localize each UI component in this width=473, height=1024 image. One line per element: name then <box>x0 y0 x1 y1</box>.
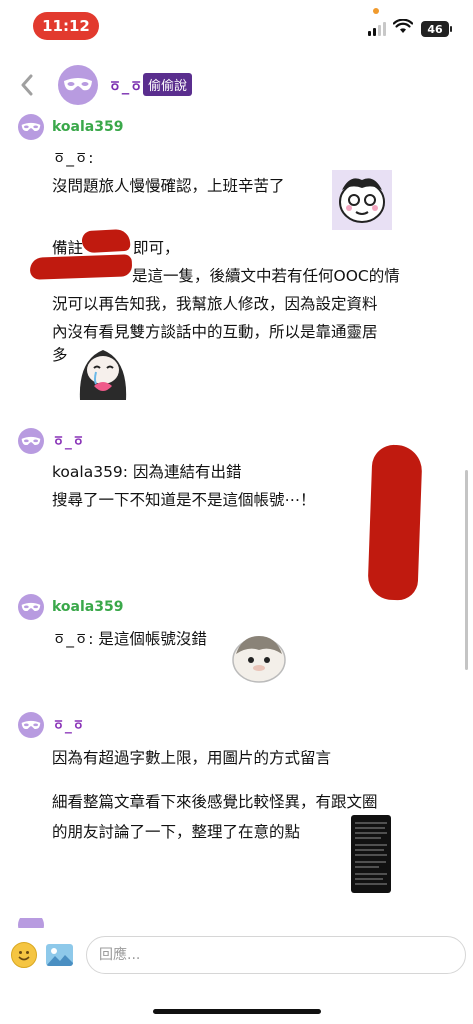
message-text: koala359: 因為連結有出錯 <box>52 463 242 481</box>
message-text: 況可以再告知我，我幫旅人修改，因為設定資料 <box>52 295 378 313</box>
chat-header: ㆆ_ㆆ 偷偷說 <box>0 60 473 110</box>
back-button[interactable] <box>14 70 40 100</box>
status-time: 11:12 <box>33 12 99 40</box>
username[interactable]: koala359 <box>52 119 123 135</box>
message-header: ㆆ_ㆆ <box>18 712 85 738</box>
sticker-image <box>74 340 132 400</box>
mask-icon <box>21 122 41 131</box>
status-badge: 偷偷說 <box>143 73 193 96</box>
status-bar: 11:12 46 <box>0 0 473 50</box>
redaction-mark <box>81 228 131 254</box>
image-icon <box>46 948 73 966</box>
smile-icon <box>18 951 30 961</box>
wifi-icon <box>393 19 413 33</box>
mask-icon <box>64 78 92 91</box>
message-header: koala359 <box>18 114 123 140</box>
avatar[interactable] <box>18 428 44 454</box>
avatar[interactable] <box>58 65 98 105</box>
sticker-image <box>332 170 392 230</box>
avatar[interactable] <box>18 594 44 620</box>
message-header: koala359 <box>18 594 123 620</box>
image-upload-button[interactable] <box>46 944 73 966</box>
page-title: ㆆ_ㆆ <box>108 77 144 95</box>
mask-icon <box>21 720 41 729</box>
mask-icon <box>21 602 41 611</box>
username[interactable]: ㆆ_ㆆ <box>52 431 85 451</box>
emoji-button[interactable] <box>11 942 37 968</box>
avatar[interactable] <box>18 114 44 140</box>
message-text: ㆆ_ㆆ: <box>52 149 94 167</box>
mic-indicator-dot <box>373 8 379 14</box>
chevron-left-icon <box>21 74 33 96</box>
battery-icon: 46 <box>421 21 452 37</box>
message-text: 搜尋了一下不知道是不是這個帳號⋯！ <box>52 491 316 509</box>
message-text: 的朋友討論了一下，整理了在意的點 <box>52 823 301 841</box>
home-indicator <box>153 1009 321 1014</box>
redaction-mark <box>367 444 423 601</box>
message-text: 多 <box>52 346 68 364</box>
message-text: 即可， <box>133 239 180 257</box>
message-text: 沒問題旅人慢慢確認，上班辛苦了 <box>52 177 285 195</box>
username[interactable]: koala359 <box>52 599 123 615</box>
username[interactable]: ㆆ_ㆆ <box>52 715 85 735</box>
message-text: 是這一隻，後續文中若有任何OOC的情 <box>132 267 400 285</box>
mask-icon <box>21 436 41 445</box>
redaction-mark <box>29 254 133 280</box>
message-header: ㆆ_ㆆ <box>18 428 85 454</box>
sticker-image <box>230 624 288 686</box>
reply-input[interactable] <box>86 936 466 974</box>
scrollbar[interactable] <box>465 470 468 670</box>
message-text: 細看整篇文章看下來後感覺比較怪異，有跟文圈 <box>52 793 378 811</box>
reply-composer <box>0 930 473 990</box>
message-text: ㆆ_ㆆ: 是這個帳號沒錯 <box>52 630 207 648</box>
attached-image[interactable] <box>351 815 391 893</box>
signal-icon <box>368 22 386 36</box>
message-header <box>18 918 44 928</box>
avatar[interactable] <box>18 712 44 738</box>
message-text: 因為有超過字數上限，用圖片的方式留言 <box>52 749 332 767</box>
avatar[interactable] <box>18 918 44 928</box>
